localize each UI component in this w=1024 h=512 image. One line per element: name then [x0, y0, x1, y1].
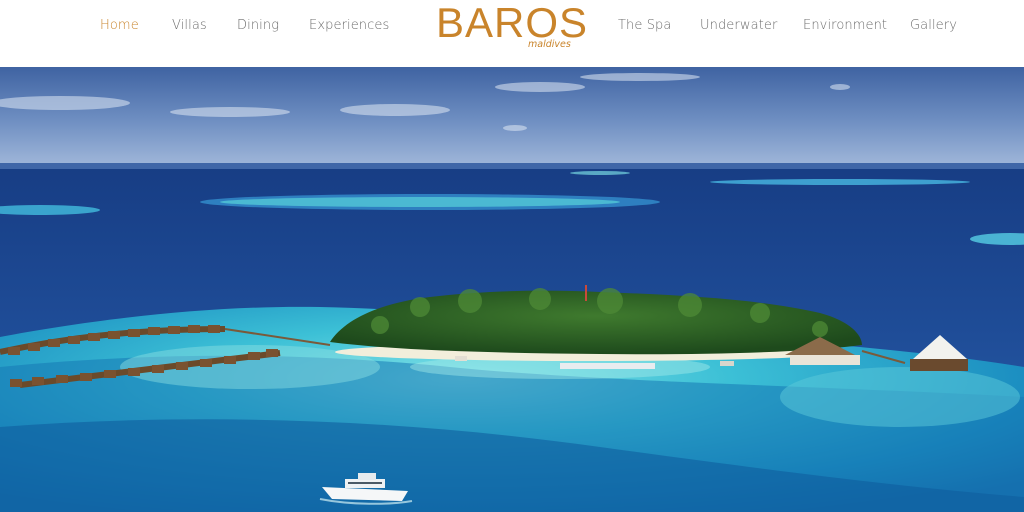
- nav-villas[interactable]: Villas: [172, 18, 207, 38]
- nav-dining[interactable]: Dining: [237, 18, 279, 38]
- hero-island-aerial-image: [0, 67, 1024, 512]
- nav-environment[interactable]: Environment: [803, 18, 887, 38]
- site-header: Home Villas Dining Experiences BAROS mal…: [0, 0, 1024, 67]
- nav-experiences[interactable]: Experiences: [309, 18, 389, 38]
- nav-the-spa[interactable]: The Spa: [618, 18, 671, 38]
- baros-logo[interactable]: BAROS maldives: [430, 0, 592, 54]
- nav-underwater[interactable]: Underwater: [700, 18, 777, 38]
- logo-subtitle: maldives: [528, 39, 571, 50]
- nav-gallery[interactable]: Gallery: [910, 18, 957, 38]
- nav-home[interactable]: Home: [100, 18, 139, 38]
